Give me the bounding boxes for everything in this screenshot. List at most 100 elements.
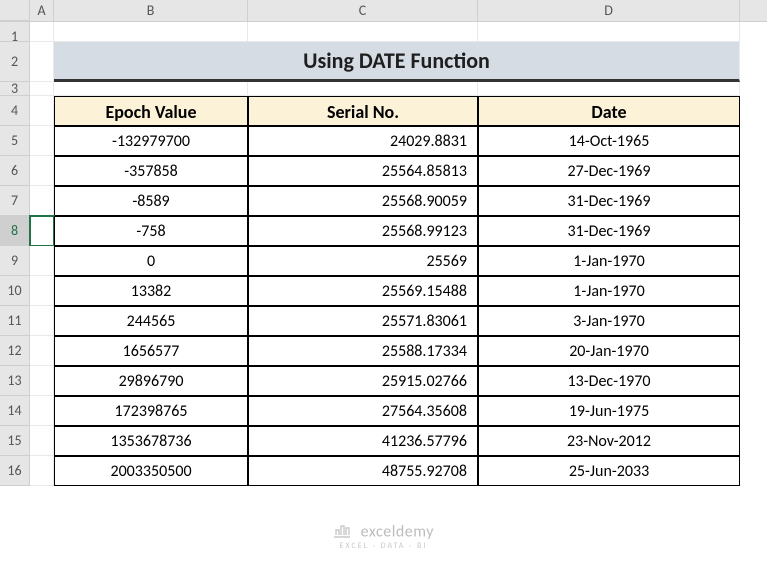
cell-date-8[interactable]: 31-Dec-1969 bbox=[478, 216, 740, 246]
row-header-3[interactable]: 3 bbox=[0, 82, 30, 96]
row-header-2[interactable]: 2 bbox=[0, 42, 30, 82]
row-header-1[interactable]: 1 bbox=[0, 22, 30, 42]
cell-D1[interactable] bbox=[478, 22, 740, 42]
col-header-C[interactable]: C bbox=[248, 0, 478, 21]
row-header-4[interactable]: 4 bbox=[0, 96, 30, 126]
cell-serial-16[interactable]: 48755.92708 bbox=[248, 456, 478, 486]
watermark-logo: exceldemy EXCEL · DATA · BI bbox=[0, 522, 767, 551]
row-2: 2 Using DATE Function bbox=[0, 42, 767, 82]
cell-epoch-16[interactable]: 2003350500 bbox=[54, 456, 248, 486]
cell-C1[interactable] bbox=[248, 22, 478, 42]
cell-date-5[interactable]: 14-Oct-1965 bbox=[478, 126, 740, 156]
row-header-15[interactable]: 15 bbox=[0, 426, 30, 456]
cell-serial-12[interactable]: 25588.17334 bbox=[248, 336, 478, 366]
cell-A1[interactable] bbox=[30, 22, 54, 42]
cell-A12[interactable] bbox=[30, 336, 54, 366]
cell-A6[interactable] bbox=[30, 156, 54, 186]
cell-date-6[interactable]: 27-Dec-1969 bbox=[478, 156, 740, 186]
cell-serial-7[interactable]: 25568.90059 bbox=[248, 186, 478, 216]
row-8: 8 -75825568.9912331-Dec-1969 bbox=[0, 216, 767, 246]
row-9: 90255691-Jan-1970 bbox=[0, 246, 767, 276]
cell-A2[interactable] bbox=[30, 42, 54, 82]
cell-A16[interactable] bbox=[30, 456, 54, 486]
cell-serial-11[interactable]: 25571.83061 bbox=[248, 306, 478, 336]
cell-A7[interactable] bbox=[30, 186, 54, 216]
col-header-A[interactable]: A bbox=[30, 0, 54, 21]
row-header-8[interactable]: 8 bbox=[0, 216, 30, 246]
cell-epoch-7[interactable]: -8589 bbox=[54, 186, 248, 216]
row-14: 14 17239876527564.3560819-Jun-1975 bbox=[0, 396, 767, 426]
cell-epoch-12[interactable]: 1656577 bbox=[54, 336, 248, 366]
cell-serial-9[interactable]: 25569 bbox=[248, 246, 478, 276]
cell-A9[interactable] bbox=[30, 246, 54, 276]
col-header-B[interactable]: B bbox=[54, 0, 248, 21]
col-header-D[interactable]: D bbox=[478, 0, 740, 21]
cell-serial-14[interactable]: 27564.35608 bbox=[248, 396, 478, 426]
cell-B3[interactable] bbox=[54, 82, 248, 96]
cell-date-10[interactable]: 1-Jan-1970 bbox=[478, 276, 740, 306]
cell-epoch-8[interactable]: -758 bbox=[54, 216, 248, 246]
cell-date-9[interactable]: 1-Jan-1970 bbox=[478, 246, 740, 276]
row-7: 7 -858925568.9005931-Dec-1969 bbox=[0, 186, 767, 216]
cell-date-12[interactable]: 20-Jan-1970 bbox=[478, 336, 740, 366]
cell-serial-13[interactable]: 25915.02766 bbox=[248, 366, 478, 396]
row-header-13[interactable]: 13 bbox=[0, 366, 30, 396]
cell-epoch-11[interactable]: 244565 bbox=[54, 306, 248, 336]
row-header-11[interactable]: 11 bbox=[0, 306, 30, 336]
row-header-10[interactable]: 10 bbox=[0, 276, 30, 306]
row-header-7[interactable]: 7 bbox=[0, 186, 30, 216]
row-6: 6 -35785825564.8581327-Dec-1969 bbox=[0, 156, 767, 186]
row-header-12[interactable]: 12 bbox=[0, 336, 30, 366]
row-16: 16 200335050048755.9270825-Jun-2033 bbox=[0, 456, 767, 486]
cell-A5[interactable] bbox=[30, 126, 54, 156]
cell-epoch-14[interactable]: 172398765 bbox=[54, 396, 248, 426]
row-5: 5 -13297970024029.883114-Oct-1965 bbox=[0, 126, 767, 156]
cell-date-11[interactable]: 3-Jan-1970 bbox=[478, 306, 740, 336]
row-4: 4 Epoch Value Serial No. Date bbox=[0, 96, 767, 126]
cell-epoch-9[interactable]: 0 bbox=[54, 246, 248, 276]
spreadsheet: A B C D 1 2 Using DATE Function 3 4 Epoc… bbox=[0, 0, 767, 563]
cell-A11[interactable] bbox=[30, 306, 54, 336]
select-all-corner[interactable] bbox=[0, 0, 30, 21]
cell-epoch-10[interactable]: 13382 bbox=[54, 276, 248, 306]
cell-A10[interactable] bbox=[30, 276, 54, 306]
row-header-16[interactable]: 16 bbox=[0, 456, 30, 486]
cell-serial-10[interactable]: 25569.15488 bbox=[248, 276, 478, 306]
cell-A8[interactable] bbox=[30, 216, 54, 246]
cell-epoch-15[interactable]: 1353678736 bbox=[54, 426, 248, 456]
row-header-14[interactable]: 14 bbox=[0, 396, 30, 426]
title-cell[interactable]: Using DATE Function bbox=[54, 42, 740, 82]
cell-D3[interactable] bbox=[478, 82, 740, 96]
row-header-6[interactable]: 6 bbox=[0, 156, 30, 186]
cell-serial-15[interactable]: 41236.57796 bbox=[248, 426, 478, 456]
cell-date-13[interactable]: 13-Dec-1970 bbox=[478, 366, 740, 396]
row-13: 13 2989679025915.0276613-Dec-1970 bbox=[0, 366, 767, 396]
cell-A15[interactable] bbox=[30, 426, 54, 456]
row-header-9[interactable]: 9 bbox=[0, 246, 30, 276]
row-10: 10 1338225569.154881-Jan-1970 bbox=[0, 276, 767, 306]
cell-A3[interactable] bbox=[30, 82, 54, 96]
cell-A4[interactable] bbox=[30, 96, 54, 126]
cell-date-14[interactable]: 19-Jun-1975 bbox=[478, 396, 740, 426]
cell-date-7[interactable]: 31-Dec-1969 bbox=[478, 186, 740, 216]
header-serial[interactable]: Serial No. bbox=[248, 96, 478, 126]
cell-C3[interactable] bbox=[248, 82, 478, 96]
cell-serial-6[interactable]: 25564.85813 bbox=[248, 156, 478, 186]
row-1: 1 bbox=[0, 22, 767, 42]
header-epoch[interactable]: Epoch Value bbox=[54, 96, 248, 126]
cell-A14[interactable] bbox=[30, 396, 54, 426]
cell-date-15[interactable]: 23-Nov-2012 bbox=[478, 426, 740, 456]
cell-A13[interactable] bbox=[30, 366, 54, 396]
cell-epoch-13[interactable]: 29896790 bbox=[54, 366, 248, 396]
row-header-5[interactable]: 5 bbox=[0, 126, 30, 156]
cell-serial-5[interactable]: 24029.8831 bbox=[248, 126, 478, 156]
header-date[interactable]: Date bbox=[478, 96, 740, 126]
logo-text: exceldemy bbox=[361, 522, 434, 541]
row-15: 15 135367873641236.5779623-Nov-2012 bbox=[0, 426, 767, 456]
cell-date-16[interactable]: 25-Jun-2033 bbox=[478, 456, 740, 486]
cell-serial-8[interactable]: 25568.99123 bbox=[248, 216, 478, 246]
column-headers-row: A B C D bbox=[0, 0, 767, 22]
cell-epoch-6[interactable]: -357858 bbox=[54, 156, 248, 186]
cell-epoch-5[interactable]: -132979700 bbox=[54, 126, 248, 156]
cell-B1[interactable] bbox=[54, 22, 248, 42]
